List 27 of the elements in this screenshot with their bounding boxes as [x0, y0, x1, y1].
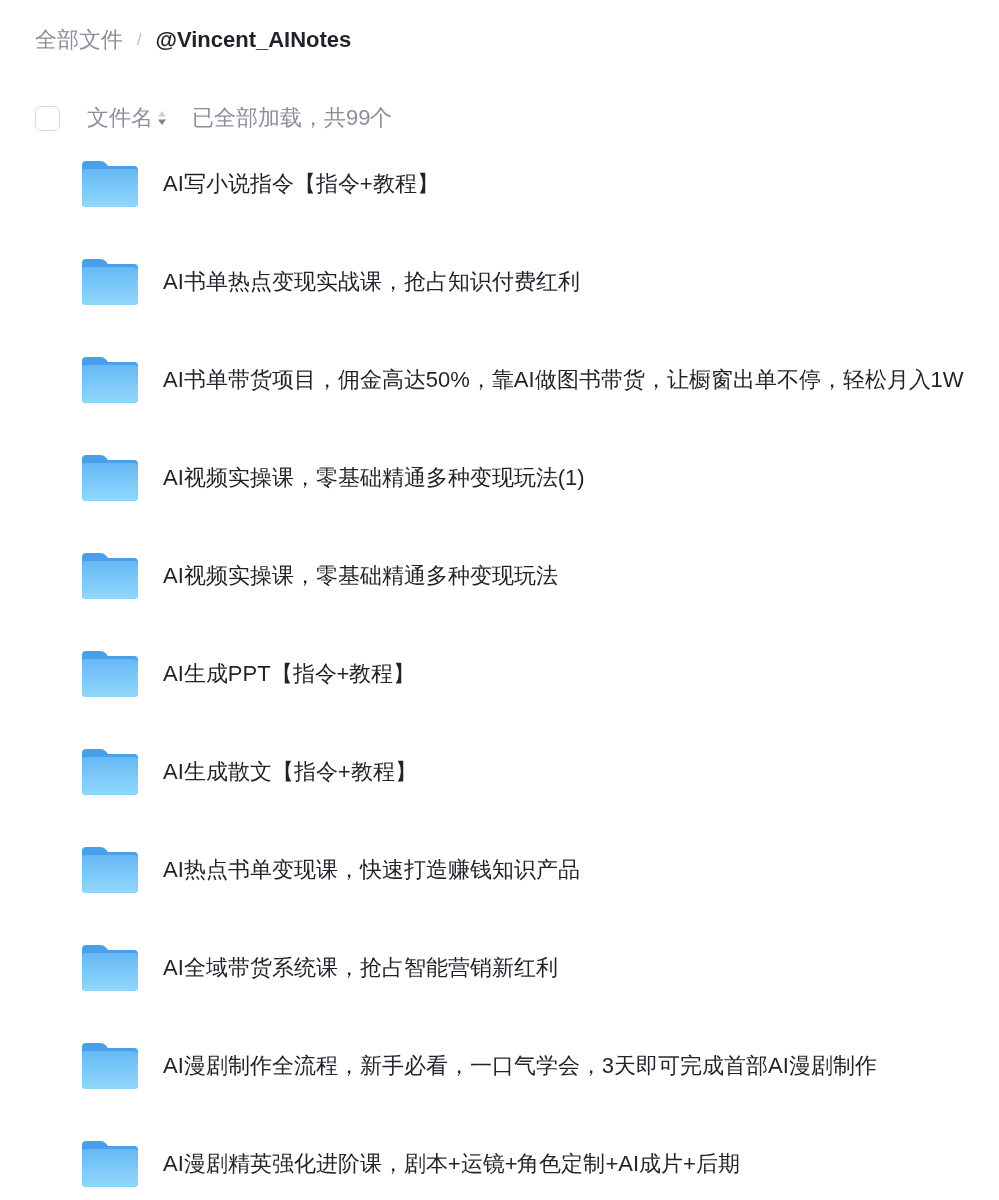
folder-icon: [82, 749, 138, 795]
folder-name[interactable]: AI全域带货系统课，抢占智能营销新红利: [163, 953, 558, 983]
breadcrumb-separator: /: [137, 31, 142, 49]
folder-icon: [82, 259, 138, 305]
folder-name[interactable]: AI视频实操课，零基础精通多种变现玩法: [163, 561, 558, 591]
folder-icon: [82, 161, 138, 207]
folder-name[interactable]: AI视频实操课，零基础精通多种变现玩法(1): [163, 463, 585, 493]
folder-name[interactable]: AI书单热点变现实战课，抢占知识付费红利: [163, 267, 580, 297]
folder-name[interactable]: AI生成散文【指令+教程】: [163, 757, 417, 787]
folder-name[interactable]: AI漫剧精英强化进阶课，剧本+运镜+角色定制+AI成片+后期: [163, 1149, 740, 1179]
folder-icon: [82, 1141, 138, 1187]
folder-icon: [82, 945, 138, 991]
folder-name[interactable]: AI热点书单变现课，快速打造赚钱知识产品: [163, 855, 580, 885]
load-status-text: 已全部加载，共99个: [192, 104, 393, 132]
folder-icon: [82, 1043, 138, 1089]
select-all-checkbox[interactable]: [35, 105, 60, 131]
folder-icon: [82, 847, 138, 893]
folder-icon: [82, 357, 138, 403]
folder-name[interactable]: AI写小说指令【指令+教程】: [163, 169, 439, 199]
breadcrumb-item[interactable]: @Vincent_AINotes: [155, 27, 352, 53]
folder-name[interactable]: AI生成PPT【指令+教程】: [163, 659, 416, 689]
folder-name[interactable]: AI书单带货项目，佣金高达50%，靠AI做图书带货，让橱窗出单不停，轻松月入1W: [163, 365, 964, 395]
sort-icon[interactable]: [158, 111, 166, 125]
folder-icon: [82, 651, 138, 697]
folder-icon: [82, 455, 138, 501]
folder-icon: [82, 553, 138, 599]
folder-name[interactable]: AI漫剧制作全流程，新手必看，一口气学会，3天即可完成首部AI漫剧制作: [163, 1051, 877, 1081]
